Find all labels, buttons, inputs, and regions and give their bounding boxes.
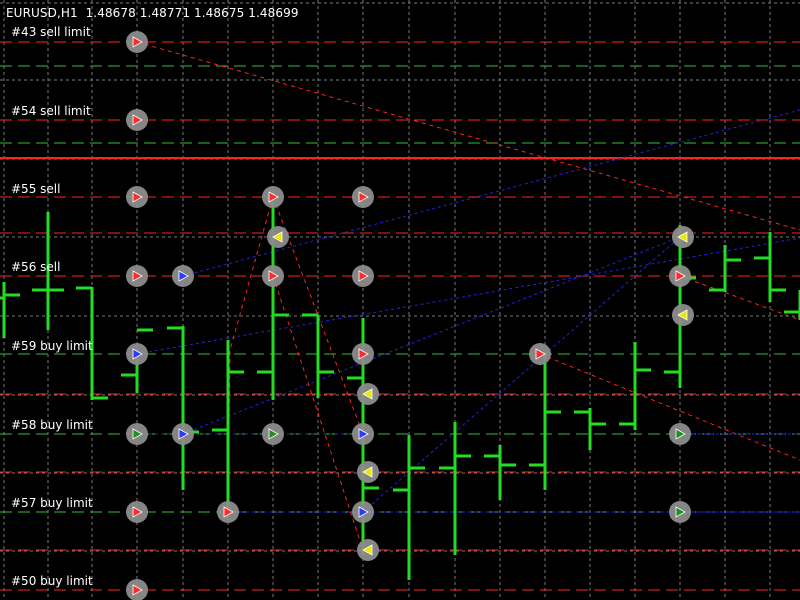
price-bar xyxy=(212,340,244,520)
price-bar xyxy=(574,408,606,450)
trend-line-red xyxy=(539,353,800,461)
price-bar xyxy=(754,232,786,302)
order-marker[interactable] xyxy=(262,265,284,287)
order-marker[interactable] xyxy=(672,304,694,326)
order-marker[interactable] xyxy=(669,501,691,523)
order-label-58: #58 buy limit xyxy=(11,418,93,432)
order-marker[interactable] xyxy=(352,343,374,365)
order-marker[interactable] xyxy=(352,186,374,208)
order-marker[interactable] xyxy=(126,31,148,53)
order-marker[interactable] xyxy=(126,579,148,600)
price-bar xyxy=(257,190,289,400)
ohlc-values: 1.48678 1.48771 1.48675 1.48699 xyxy=(85,6,299,20)
order-marker[interactable] xyxy=(669,423,691,445)
order-marker[interactable] xyxy=(357,383,379,405)
price-chart[interactable] xyxy=(0,0,800,600)
order-marker[interactable] xyxy=(126,343,148,365)
order-marker[interactable] xyxy=(357,461,379,483)
price-bar xyxy=(167,326,199,490)
trend-line-red xyxy=(136,41,800,231)
order-marker[interactable] xyxy=(352,265,374,287)
order-marker[interactable] xyxy=(172,265,194,287)
trend-line-blue xyxy=(362,236,681,513)
price-bar xyxy=(0,282,20,338)
order-label-56: #56 sell xyxy=(11,260,61,274)
order-marker[interactable] xyxy=(352,501,374,523)
order-marker[interactable] xyxy=(267,226,289,248)
trend-line-blue xyxy=(182,236,681,435)
chart-header: EURUSD,H1 1.48678 1.48771 1.48675 1.4869… xyxy=(6,6,299,20)
order-label-50: #50 buy limit xyxy=(11,574,93,588)
order-label-55: #55 sell xyxy=(11,182,61,196)
order-label-43: #43 sell limit xyxy=(11,25,91,39)
order-marker[interactable] xyxy=(126,501,148,523)
order-marker[interactable] xyxy=(529,343,551,365)
order-marker[interactable] xyxy=(126,265,148,287)
price-bar xyxy=(439,422,471,555)
order-label-59: #59 buy limit xyxy=(11,339,93,353)
order-marker[interactable] xyxy=(669,265,691,287)
order-marker[interactable] xyxy=(126,186,148,208)
order-marker[interactable] xyxy=(126,109,148,131)
trend-line-red xyxy=(679,275,800,321)
trend-lines xyxy=(136,41,800,551)
order-marker[interactable] xyxy=(262,186,284,208)
price-bar xyxy=(709,245,741,292)
price-bar xyxy=(393,435,425,580)
symbol-timeframe: EURUSD,H1 xyxy=(6,6,78,20)
order-marker[interactable] xyxy=(357,539,379,561)
order-marker[interactable] xyxy=(217,501,239,523)
price-bar xyxy=(619,342,651,430)
order-marker[interactable] xyxy=(126,423,148,445)
order-marker[interactable] xyxy=(262,423,284,445)
order-marker[interactable] xyxy=(672,226,694,248)
price-bar xyxy=(302,313,334,398)
order-marker[interactable] xyxy=(352,423,374,445)
order-label-54: #54 sell limit xyxy=(11,104,91,118)
trend-line-blue xyxy=(136,237,800,355)
order-marker[interactable] xyxy=(172,423,194,445)
order-label-57: #57 buy limit xyxy=(11,496,93,510)
price-bar xyxy=(529,352,561,490)
